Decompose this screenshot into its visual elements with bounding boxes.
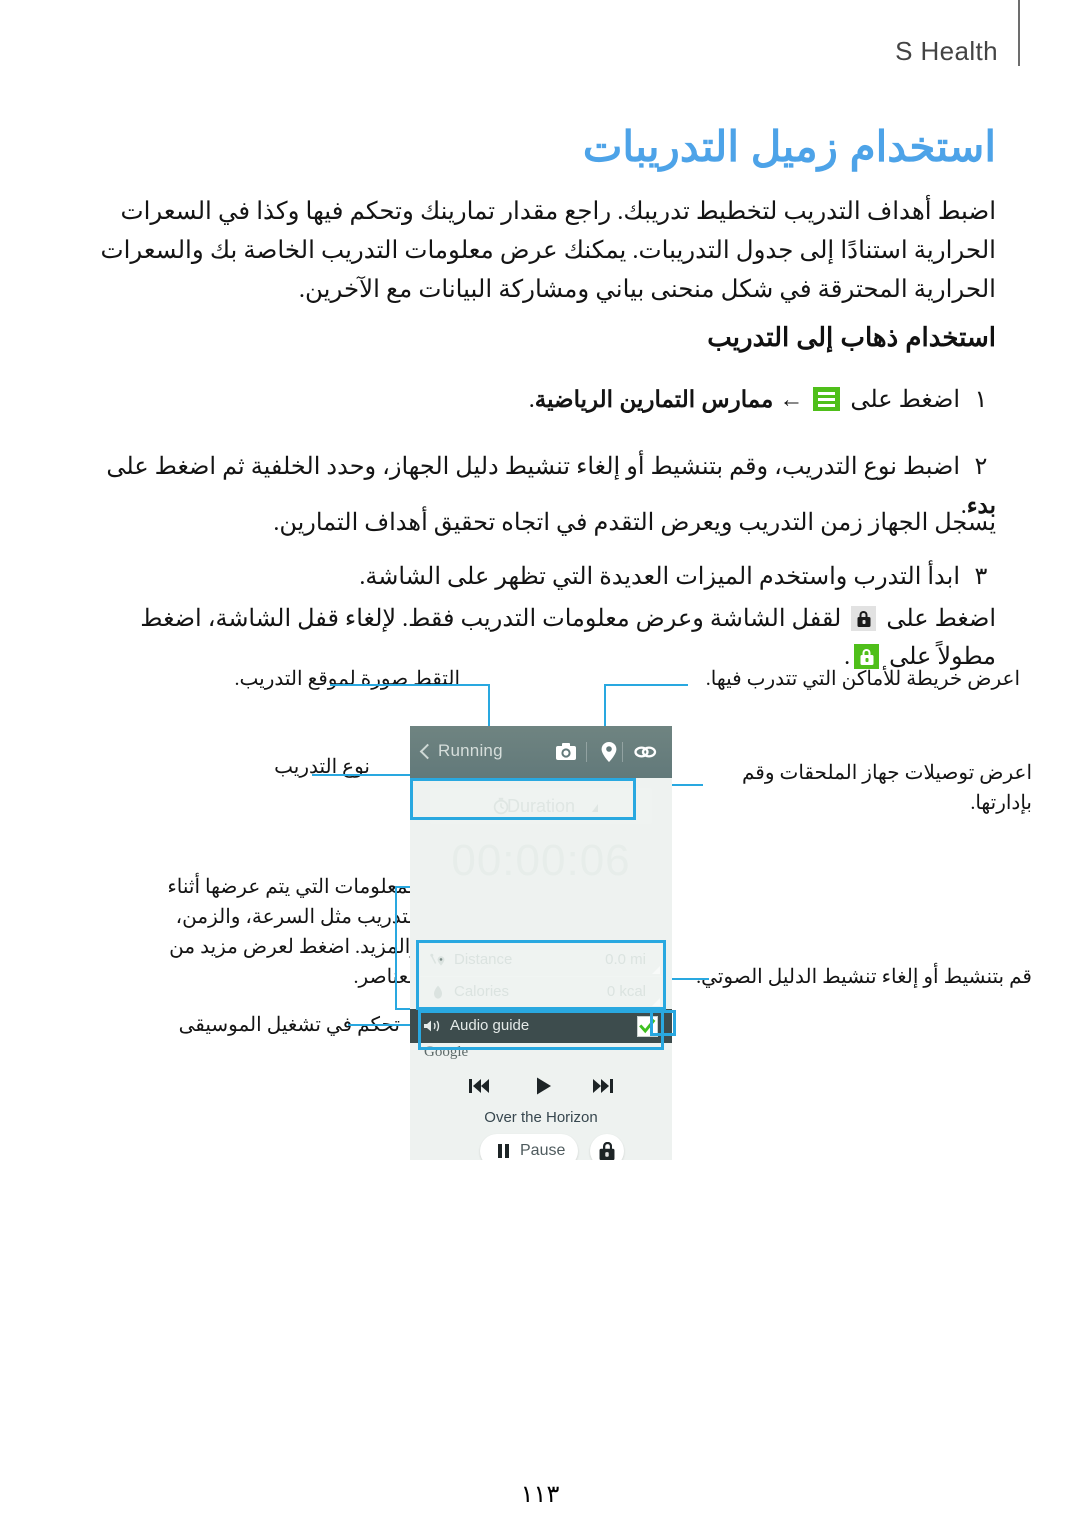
metric-expand-corner-calories	[652, 998, 660, 1006]
media-controls	[422, 1071, 660, 1103]
app-bar: Running	[410, 726, 672, 778]
camera-icon[interactable]	[553, 740, 579, 764]
back-chevron-icon[interactable]	[420, 743, 430, 759]
pause-button-label: Pause	[520, 1142, 566, 1159]
pause-button[interactable]: Pause	[480, 1134, 578, 1160]
leader-line-map-places-h	[604, 684, 688, 686]
metric-value-distance: 0.0 mi	[605, 951, 646, 968]
metric-value-calories: 0 kcal	[606, 983, 646, 1000]
leader-line-music-h	[348, 1024, 418, 1026]
step-3-note-pre: اضغط على	[886, 606, 996, 632]
intro-paragraph: اضبط أهداف التدريب لتخطيط تدريبك. راجع م…	[100, 198, 996, 303]
step-1-arrow: ←	[779, 387, 804, 413]
page-title: استخدام زميل التدريبات	[582, 123, 996, 170]
metric-row-distance[interactable]: Distance 0.0 mi	[420, 944, 662, 976]
step-item-1: ١ اضغط على ← ممارس التمارين الرياضية.	[86, 380, 996, 419]
step-number-1: ١	[974, 387, 988, 413]
figure-with-annotations: التقط صورة لموقع التدريب. اعرض خريطة للأ…	[0, 662, 1080, 1222]
stopwatch-icon	[492, 797, 510, 815]
app-bar-separator-1	[586, 742, 587, 762]
link-icon[interactable]	[632, 740, 658, 764]
skip-previous-icon[interactable]	[466, 1075, 492, 1097]
timer-value: 00:00:06	[451, 836, 631, 885]
annotation-capture-photo: التقط صورة لموقع التدريب.	[234, 668, 460, 690]
hamburger-menu-icon	[813, 387, 841, 411]
flame-icon	[429, 984, 447, 1002]
annotation-info-during-workout: المعلومات التي يتم عرضها أثناء التدريب م…	[167, 876, 420, 988]
page-header-title: S Health	[895, 36, 998, 66]
annotation-map-places: اعرض خريطة للأماكن التي تتدرب فيها.	[705, 668, 1020, 690]
annotation-audio-guide-toggle: قم بتنشيط أو إلغاء تنشيط الدليل الصوتي.	[696, 966, 1032, 988]
audio-guide-checkbox[interactable]	[637, 1016, 658, 1037]
step-1-bold-label: ممارس التمارين الرياضية	[534, 386, 774, 412]
distance-pin-icon	[429, 952, 447, 970]
screen-lock-button[interactable]	[590, 1134, 624, 1160]
track-title: Over the Horizon	[484, 1109, 598, 1126]
step-text-3: ابدأ التدرب واستخدم الميزات العديدة التي…	[359, 564, 960, 590]
section-heading: استخدام ذهاب إلى التدريب	[707, 322, 996, 352]
step-2-text-a: اضبط نوع التدريب، وقم بتنشيط أو إلغاء تن…	[106, 454, 960, 480]
leader-line-info-v	[395, 886, 397, 1010]
step-number-3: ٣	[974, 564, 988, 590]
pause-icon	[498, 1144, 511, 1158]
step-1-pre-text: اضغط على	[850, 387, 960, 413]
google-watermark: Google	[424, 1044, 469, 1060]
place-pin-icon[interactable]	[596, 740, 622, 764]
app-bar-title: Running	[438, 741, 503, 760]
step-2-note-text: يسجل الجهاز زمن التدريب ويعرض التقدم في …	[273, 510, 996, 536]
annotation-accessory-connections: اعرض توصيلات جهاز الملحقات وقم بإدارتها.	[741, 762, 1032, 814]
step-text-1: اضغط على ← ممارس التمارين الرياضية.	[529, 386, 960, 413]
audio-speaker-icon	[423, 1019, 443, 1033]
header-divider-rule	[1018, 0, 1020, 66]
app-bar-separator-2	[622, 742, 623, 762]
play-icon[interactable]	[530, 1075, 556, 1097]
metric-row-calories[interactable]: Calories 0 kcal	[420, 976, 662, 1008]
metric-name-calories: Calories	[454, 983, 510, 1000]
page-number: ١١٣	[520, 1482, 560, 1508]
leader-line-capture-photo-h	[330, 684, 488, 686]
annotation-workout-type: نوع التدريب	[274, 756, 370, 778]
step-2-note: يسجل الجهاز زمن التدريب ويعرض التقدم في …	[86, 504, 996, 542]
phone-screenshot: Running Duration 00:00:06 Distance 0.0 m…	[410, 726, 672, 1160]
skip-next-icon[interactable]	[590, 1075, 616, 1097]
duration-selector[interactable]: Duration	[430, 788, 652, 824]
page-header: S Health	[0, 0, 1080, 90]
step-item-3: ٣ ابدأ التدرب واستخدم الميزات العديدة ال…	[86, 558, 996, 596]
audio-guide-label: Audio guide	[450, 1017, 530, 1034]
step-number-2: ٢	[974, 454, 988, 480]
duration-label: Duration	[506, 796, 576, 816]
duration-caret-icon	[592, 804, 598, 812]
metric-name-distance: Distance	[454, 951, 513, 968]
metric-expand-corner-distance	[652, 966, 660, 974]
audio-guide-row[interactable]: Audio guide	[410, 1009, 672, 1043]
lock-icon	[851, 606, 877, 631]
